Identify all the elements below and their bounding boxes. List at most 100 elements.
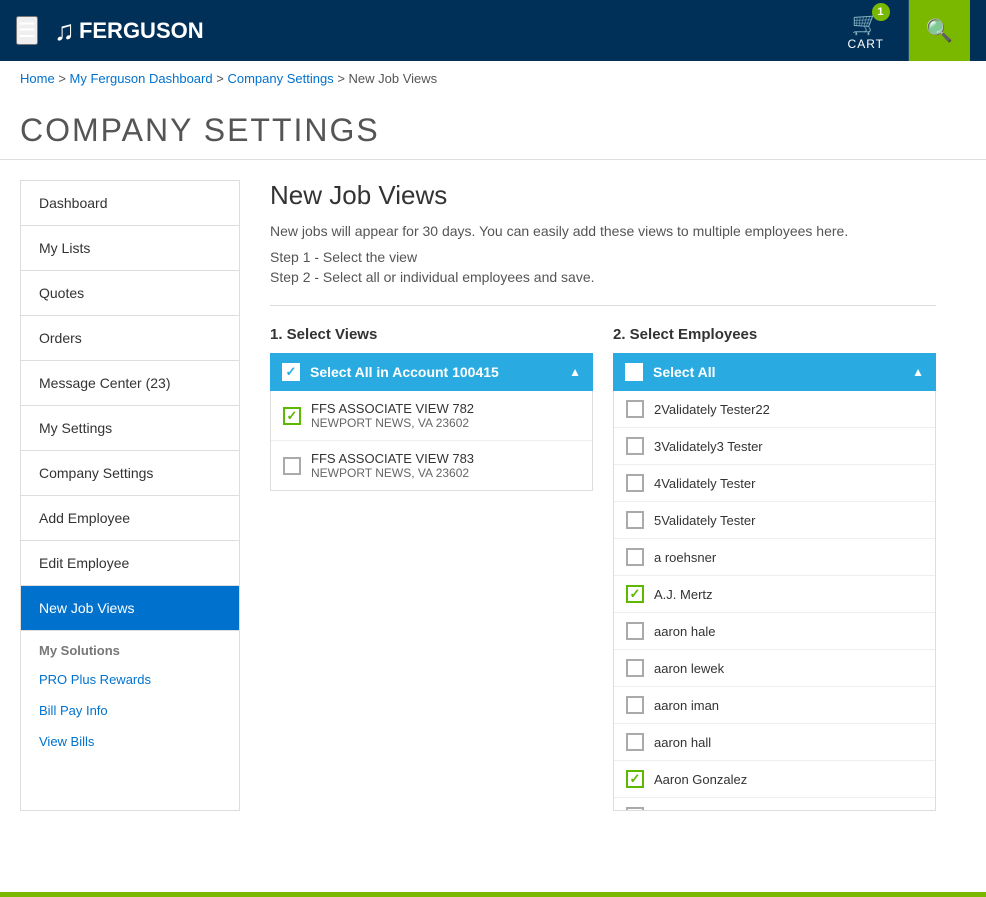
sidebar-item-my-lists[interactable]: My Lists [21, 226, 239, 271]
emp-checkbox-6[interactable] [626, 622, 644, 640]
employees-list: 2Validately Tester22 3Validately3 Tester… [613, 391, 936, 811]
main-content: New Job Views New jobs will appear for 3… [240, 180, 966, 811]
views-select-all-checkbox[interactable]: ✓ [282, 363, 300, 381]
employee-item-4[interactable]: a roehsner [614, 539, 935, 576]
view-checkbox-1[interactable] [283, 457, 301, 475]
emp-name-8: aaron iman [654, 698, 719, 713]
employees-select-all-checkbox[interactable] [625, 363, 643, 381]
sidebar-item-message-center[interactable]: Message Center (23) [21, 361, 239, 406]
employee-item-5[interactable]: ✓ A.J. Mertz [614, 576, 935, 613]
employees-header-label: Select All [653, 364, 912, 380]
content-step1: Step 1 - Select the view [270, 249, 936, 265]
sidebar-item-add-employee[interactable]: Add Employee [21, 496, 239, 541]
emp-checkbox-8[interactable] [626, 696, 644, 714]
my-solutions-header: My Solutions [21, 631, 239, 664]
search-icon: 🔍 [926, 18, 953, 44]
sidebar-item-new-job-views[interactable]: New Job Views [21, 586, 239, 631]
sidebar-sub-pro-plus[interactable]: PRO Plus Rewards [21, 664, 239, 695]
breadcrumb-home[interactable]: Home [20, 71, 55, 86]
header-right: 🛒 1 CART 🔍 [824, 0, 970, 61]
employee-item-1[interactable]: 3Validately3 Tester [614, 428, 935, 465]
emp-name-10: Aaron Gonzalez [654, 772, 747, 787]
emp-checkbox-9[interactable] [626, 733, 644, 751]
emp-checkbox-4[interactable] [626, 548, 644, 566]
sidebar-sub-view-bills[interactable]: View Bills [21, 726, 239, 757]
view-checkbox-0[interactable]: ✓ [283, 407, 301, 425]
employee-item-6[interactable]: aaron hale [614, 613, 935, 650]
employee-item-10[interactable]: ✓ Aaron Gonzalez [614, 761, 935, 798]
employee-item-3[interactable]: 5Validately Tester [614, 502, 935, 539]
sidebar-item-company-settings[interactable]: Company Settings [21, 451, 239, 496]
bottom-bar [0, 892, 986, 897]
employee-item-7[interactable]: aaron lewek [614, 650, 935, 687]
employee-item-0[interactable]: 2Validately Tester22 [614, 391, 935, 428]
content-step2: Step 2 - Select all or individual employ… [270, 269, 936, 285]
employee-item-11[interactable]: Aaron Franzen [614, 798, 935, 811]
content-title: New Job Views [270, 180, 936, 211]
emp-name-6: aaron hale [654, 624, 715, 639]
views-column: 1. Select Views ✓ Select All in Account … [270, 326, 593, 811]
emp-name-1: 3Validately3 Tester [654, 439, 763, 454]
breadcrumb: Home > My Ferguson Dashboard > Company S… [0, 61, 986, 96]
view-label-1: FFS ASSOCIATE VIEW 783 [311, 451, 474, 466]
header-left: ☰ ♫ FERGUSON [16, 15, 204, 47]
views-dropdown-arrow: ▲ [569, 365, 581, 379]
emp-name-0: 2Validately Tester22 [654, 402, 770, 417]
emp-check-mark-5: ✓ [630, 586, 641, 602]
emp-name-4: a roehsner [654, 550, 716, 565]
employee-item-9[interactable]: aaron hall [614, 724, 935, 761]
breadcrumb-dashboard[interactable]: My Ferguson Dashboard [70, 71, 213, 86]
sidebar-item-quotes[interactable]: Quotes [21, 271, 239, 316]
view-sublabel-1: NEWPORT NEWS, VA 23602 [311, 466, 474, 480]
employees-column: 2. Select Employees Select All ▲ 2Valida… [613, 326, 936, 811]
view-item-0[interactable]: ✓ FFS ASSOCIATE VIEW 782 NEWPORT NEWS, V… [271, 391, 592, 441]
page-title-section: COMPANY SETTINGS [0, 96, 986, 160]
employee-item-8[interactable]: aaron iman [614, 687, 935, 724]
cart-button[interactable]: 🛒 1 CART [824, 0, 909, 61]
views-list: ✓ FFS ASSOCIATE VIEW 782 NEWPORT NEWS, V… [270, 391, 593, 491]
content-steps: Step 1 - Select the view Step 2 - Select… [270, 249, 936, 306]
emp-checkbox-2[interactable] [626, 474, 644, 492]
views-header-label: Select All in Account 100415 [310, 364, 569, 380]
view-label-0: FFS ASSOCIATE VIEW 782 [311, 401, 474, 416]
cart-label: CART [848, 37, 884, 51]
view-check-mark-0: ✓ [287, 408, 298, 424]
sidebar-item-dashboard[interactable]: Dashboard [21, 181, 239, 226]
main-layout: Dashboard My Lists Quotes Orders Message… [0, 160, 986, 831]
breadcrumb-company-settings[interactable]: Company Settings [227, 71, 333, 86]
emp-check-mark-10: ✓ [630, 771, 641, 787]
page-title: COMPANY SETTINGS [20, 112, 966, 149]
site-header: ☰ ♫ FERGUSON 🛒 1 CART 🔍 [0, 0, 986, 61]
cart-icon-wrap: 🛒 1 [852, 11, 880, 37]
cart-badge: 1 [872, 3, 890, 21]
emp-name-3: 5Validately Tester [654, 513, 755, 528]
sidebar-sub-bill-pay[interactable]: Bill Pay Info [21, 695, 239, 726]
emp-name-5: A.J. Mertz [654, 587, 713, 602]
employee-item-2[interactable]: 4Validately Tester [614, 465, 935, 502]
emp-name-11: Aaron Franzen [654, 809, 740, 812]
sidebar-item-my-settings[interactable]: My Settings [21, 406, 239, 451]
employees-dropdown-header[interactable]: Select All ▲ [613, 353, 936, 391]
emp-checkbox-1[interactable] [626, 437, 644, 455]
view-sublabel-0: NEWPORT NEWS, VA 23602 [311, 416, 474, 430]
emp-checkbox-0[interactable] [626, 400, 644, 418]
view-item-1[interactable]: FFS ASSOCIATE VIEW 783 NEWPORT NEWS, VA … [271, 441, 592, 490]
sidebar: Dashboard My Lists Quotes Orders Message… [20, 180, 240, 811]
emp-checkbox-11[interactable] [626, 807, 644, 811]
emp-checkbox-3[interactable] [626, 511, 644, 529]
logo: ♫ FERGUSON [54, 15, 204, 47]
sidebar-item-orders[interactable]: Orders [21, 316, 239, 361]
emp-checkbox-7[interactable] [626, 659, 644, 677]
emp-checkbox-10[interactable]: ✓ [626, 770, 644, 788]
hamburger-button[interactable]: ☰ [16, 16, 38, 45]
views-dropdown-header[interactable]: ✓ Select All in Account 100415 ▲ [270, 353, 593, 391]
sidebar-item-edit-employee[interactable]: Edit Employee [21, 541, 239, 586]
emp-name-9: aaron hall [654, 735, 711, 750]
emp-name-2: 4Validately Tester [654, 476, 755, 491]
emp-checkbox-5[interactable]: ✓ [626, 585, 644, 603]
logo-text: FERGUSON [79, 18, 204, 44]
content-description: New jobs will appear for 30 days. You ca… [270, 223, 936, 239]
search-button[interactable]: 🔍 [909, 0, 970, 61]
employees-dropdown-arrow: ▲ [912, 365, 924, 379]
views-column-title: 1. Select Views [270, 326, 593, 343]
